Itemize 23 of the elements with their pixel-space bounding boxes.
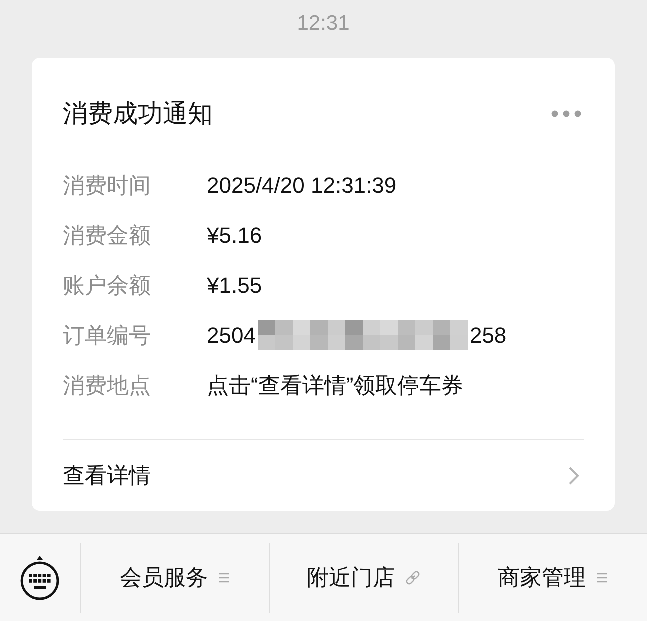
field-value: 258 bbox=[470, 322, 507, 350]
list-icon bbox=[596, 572, 608, 584]
menu-tab[interactable]: 附近门店 bbox=[269, 542, 458, 612]
field-value: ¥1.55 bbox=[207, 272, 262, 300]
field-value: ¥5.16 bbox=[207, 222, 262, 250]
keyboard-icon[interactable] bbox=[19, 554, 61, 600]
field-label: 账户余额 bbox=[63, 272, 152, 300]
card-title: 消费成功通知 bbox=[63, 99, 213, 130]
more-icon[interactable] bbox=[551, 110, 582, 118]
field-value: 2504 bbox=[207, 322, 256, 350]
menu-tab[interactable]: 商家管理 bbox=[458, 542, 647, 612]
chevron-right-icon bbox=[568, 466, 580, 486]
field-label: 消费金额 bbox=[63, 222, 152, 250]
view-details-link[interactable]: 查看详情 bbox=[63, 459, 151, 492]
message-time: 12:31 bbox=[297, 11, 350, 37]
link-icon bbox=[405, 570, 421, 586]
field-label: 消费时间 bbox=[63, 172, 152, 200]
list-icon bbox=[218, 572, 230, 584]
field-value: 点击“查看详情”领取停车券 bbox=[207, 372, 464, 400]
field-label: 消费地点 bbox=[63, 372, 152, 400]
field-value: 2025/4/20 12:31:39 bbox=[207, 172, 397, 200]
menu-tab[interactable]: 会员服务 bbox=[80, 542, 269, 612]
field-label: 订单编号 bbox=[63, 322, 152, 350]
